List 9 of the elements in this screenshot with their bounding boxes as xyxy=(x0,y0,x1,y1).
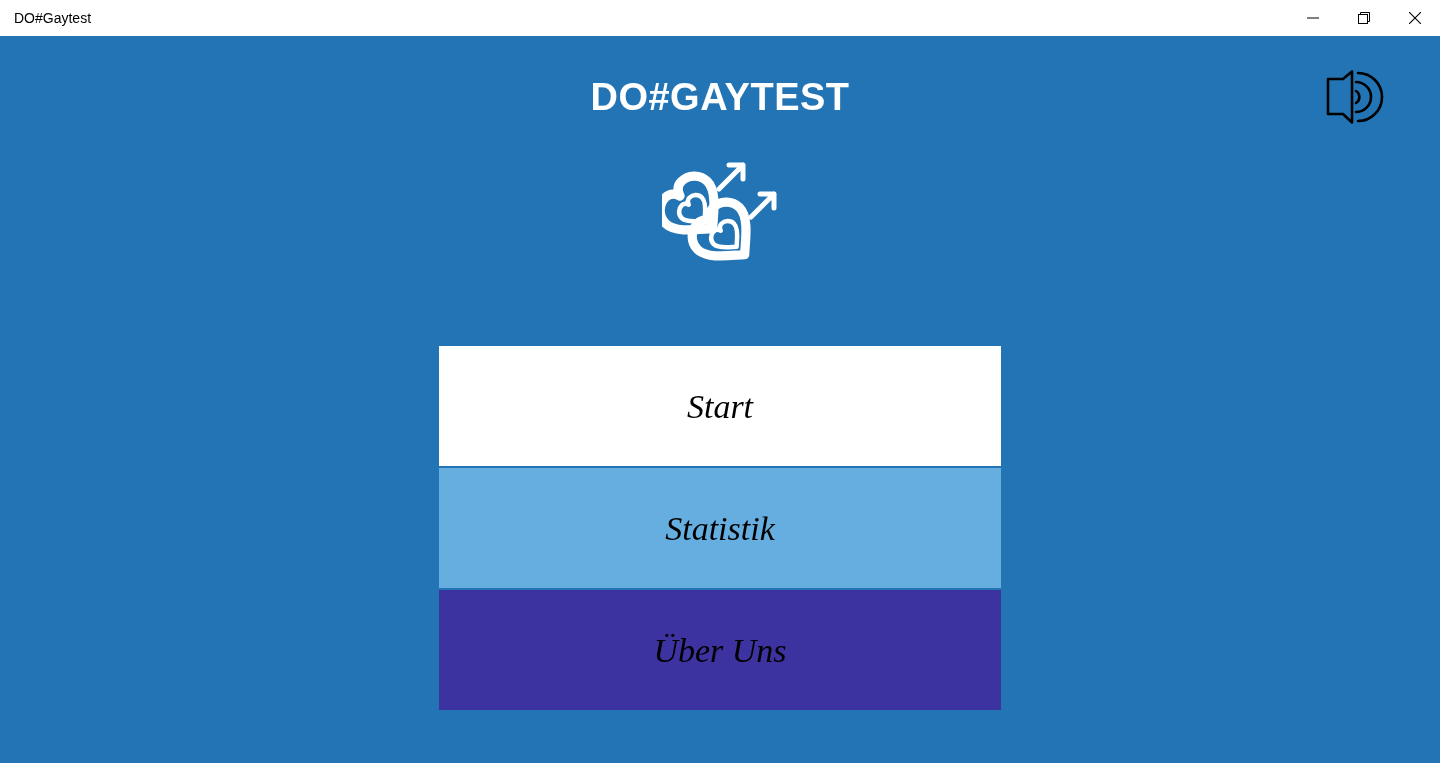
menu-button[interactable]: Statistik xyxy=(439,468,1001,588)
menu-button[interactable]: Start xyxy=(439,346,1001,466)
close-icon xyxy=(1408,12,1421,24)
restore-icon xyxy=(1357,12,1370,24)
sound-button[interactable] xyxy=(1326,70,1386,124)
window-title: DO#Gaytest xyxy=(13,8,92,28)
app-title: DO#GAYTEST xyxy=(590,75,850,120)
speaker-icon xyxy=(1326,70,1386,124)
minimize-icon xyxy=(1306,17,1319,19)
